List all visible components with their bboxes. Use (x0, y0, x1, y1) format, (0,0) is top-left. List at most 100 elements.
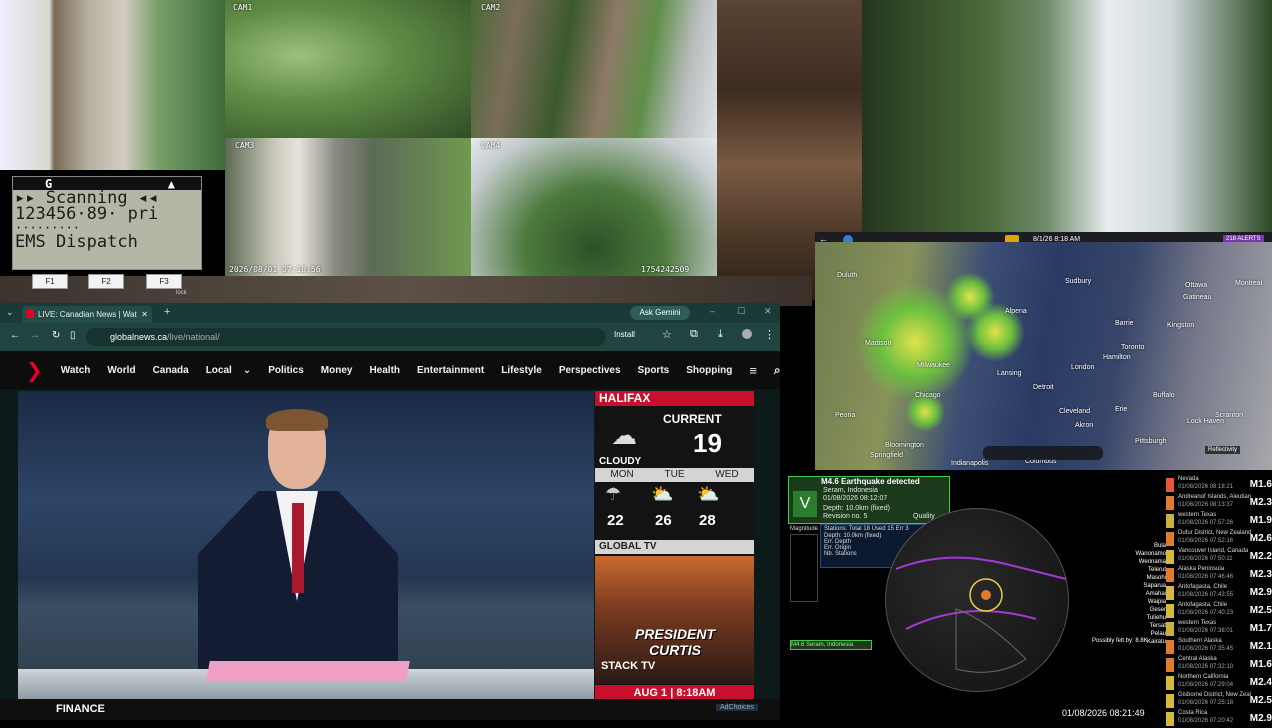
bookmark-star-icon[interactable]: ☆ (662, 328, 672, 341)
nav-money[interactable]: Money (321, 365, 353, 376)
quake-list-item[interactable]: Alaska Peninsula 01/08/2026 07:46:46 M2.3 (1166, 566, 1272, 584)
url-host: globalnews.ca (110, 332, 168, 342)
ask-gemini-button[interactable]: Ask Gemini (630, 306, 690, 320)
quake-magnitude: M1.6 (1249, 479, 1272, 490)
magnitude-label: Magnitude (790, 526, 819, 532)
forward-icon[interactable]: → (30, 330, 40, 341)
city-label: Milwaukee (917, 362, 951, 369)
url-field[interactable]: globalnews.ca/live/national/ (86, 328, 606, 346)
quake-list-item[interactable]: Antofagasta, Chile 01/08/2026 07:40:23 M2.… (1166, 602, 1272, 620)
nav-shopping[interactable]: Shopping (686, 365, 732, 376)
quake-color-bar (1166, 712, 1174, 726)
global-tv-header: GLOBAL TV (595, 540, 754, 554)
nav-canada[interactable]: Canada (153, 365, 189, 376)
cam4-label: CAM4 (481, 141, 501, 150)
quake-magnitude: M2.9 (1249, 713, 1272, 724)
sun-cloud-icon-2: ⛅ (697, 484, 720, 504)
city-label: Toronto (1121, 344, 1145, 351)
quake-region: western Texas (1178, 620, 1217, 626)
city-label: Montreal (1235, 280, 1263, 287)
sun-cloud-icon: ⛅ (651, 484, 674, 504)
condition-text: CLOUDY (599, 456, 642, 467)
scanner-f1-button[interactable]: F1 (32, 274, 68, 289)
maximize-icon[interactable]: ☐ (737, 306, 745, 317)
quake-list-item[interactable]: Northern California 01/08/2026 07:29:04 M2… (1166, 674, 1272, 692)
scanner-f2-button[interactable]: F2 (88, 274, 124, 289)
close-tab-icon[interactable]: ✕ (141, 306, 148, 323)
quake-list-item[interactable]: Costa Rica 01/08/2026 07:20:42 M2.9 (1166, 710, 1272, 728)
nav-world[interactable]: World (107, 365, 135, 376)
back-icon[interactable]: ← (10, 330, 20, 341)
quake-list-item[interactable]: western Texas 01/08/2026 07:57:26 M1.9 (1166, 512, 1272, 530)
quake-magnitude: M2.9 (1249, 587, 1272, 598)
quake-list-item[interactable]: Central Alaska 01/08/2026 07:32:10 M1.6 (1166, 656, 1272, 674)
nav-health[interactable]: Health (369, 365, 400, 376)
sidepanel-icon[interactable]: ▯ (70, 330, 76, 341)
quake-color-bar (1166, 586, 1174, 600)
profile-avatar-icon[interactable] (742, 329, 752, 339)
scanner-display: G ▲ ▸▸ Scanning ◂◂ 123456·89· pri ·······… (12, 176, 202, 270)
reflectivity-label[interactable]: Reflectivity (1205, 446, 1241, 454)
city-label: Hamilton (1103, 354, 1131, 361)
quake-magnitude: M2.3 (1249, 497, 1272, 508)
show-poster[interactable]: PRESIDENT CURTIS STACK TV (595, 556, 754, 684)
close-window-icon[interactable]: ✕ (764, 306, 772, 317)
felt-city: Masohi (1146, 575, 1166, 581)
install-button[interactable]: Install (614, 330, 635, 339)
porch-camera-feed (0, 0, 225, 170)
hamburger-menu-icon[interactable]: ≡ (749, 363, 757, 378)
quake-list-item[interactable]: Gisborne District, New Zeal 01/08/2026 07… (1166, 692, 1272, 710)
reload-icon[interactable]: ↻ (52, 330, 60, 341)
quake-region: Andreanof Islands, Aleutian (1178, 494, 1252, 500)
city-label: Kingston (1167, 322, 1195, 329)
quake-color-bar (1166, 604, 1174, 618)
day-mon: MON (610, 469, 634, 480)
earth-globe[interactable] (885, 508, 1069, 692)
quake-region: Central Alaska (1178, 656, 1217, 662)
recent-quakes-list: Nevada 01/08/2026 08:18:21 M1.6 Andreanof I… (1166, 476, 1272, 726)
felt-city: Saparua (1143, 583, 1166, 589)
city-label: Lansing (997, 370, 1022, 377)
quake-list-item[interactable]: Andreanof Islands, Aleutian 01/08/2026 08… (1166, 494, 1272, 512)
search-icon[interactable]: ⌕ (774, 363, 781, 378)
nav-watch[interactable]: Watch (61, 365, 91, 376)
nav-lifestyle[interactable]: Lifestyle (501, 365, 542, 376)
nav-local[interactable]: Local (206, 365, 232, 376)
city-label: Erie (1115, 406, 1128, 413)
current-weather: CURRENT ☁ 19 CLOUDY (595, 406, 754, 468)
quake-list-item[interactable]: Southern Alaska 01/08/2026 07:35:45 M2.1 (1166, 638, 1272, 656)
nav-sports[interactable]: Sports (638, 365, 670, 376)
quake-list-item[interactable]: western Texas 01/08/2026 07:38:01 M1.7 (1166, 620, 1272, 638)
quake-list-item[interactable]: Dufur District, New Zealand 01/08/2026 07… (1166, 530, 1272, 548)
global-news-logo-icon[interactable]: ❯ (26, 358, 43, 383)
nav-politics[interactable]: Politics (268, 365, 304, 376)
radar-map[interactable]: Ottawa Montreal Kingston Barrie Toronto … (815, 242, 1272, 470)
city-label: Detroit (1033, 384, 1054, 391)
quake-magnitude: M2.2 (1249, 551, 1272, 562)
nav-entertainment[interactable]: Entertainment (417, 365, 484, 376)
quake-region: Southern Alaska (1178, 638, 1222, 644)
adchoices-link[interactable]: AdChoices (716, 704, 758, 711)
live-video-player[interactable] (18, 391, 594, 701)
quake-list-item[interactable]: Vancouver Island, Canada 01/08/2026 07:50… (1166, 548, 1272, 566)
tab-list-icon[interactable]: ⌄ (6, 307, 14, 318)
extensions-icon[interactable]: ⧉ (690, 328, 698, 341)
felt-city: Tuliehu (1146, 615, 1166, 621)
quake-list-item[interactable]: Antofagasta, Chile 01/08/2026 07:43:55 M2.… (1166, 584, 1272, 602)
quake-region: Alaska Peninsula (1178, 566, 1225, 572)
url-path: /live/national/ (167, 332, 220, 342)
scanner-f3-button[interactable]: F3 (146, 274, 182, 289)
downloads-icon[interactable]: ⤓ (718, 328, 723, 341)
radar-tool-strip[interactable] (983, 446, 1103, 460)
quake-color-bar (1166, 514, 1174, 528)
menu-dots-icon[interactable]: ⋮ (764, 328, 775, 341)
nav-perspectives[interactable]: Perspectives (559, 365, 621, 376)
minimize-icon[interactable]: – (710, 306, 715, 316)
local-chevron-icon[interactable]: ⌄ (243, 365, 251, 376)
tab-globalnews[interactable]: LIVE: Canadian News | Wat ✕ (22, 306, 152, 323)
quake-color-bar (1166, 622, 1174, 636)
intensity-badge: V (793, 491, 817, 517)
new-tab-icon[interactable]: + (164, 306, 170, 318)
quake-region: Northern California (1178, 674, 1229, 680)
quake-list-item[interactable]: Nevada 01/08/2026 08:18:21 M1.6 (1166, 476, 1272, 494)
